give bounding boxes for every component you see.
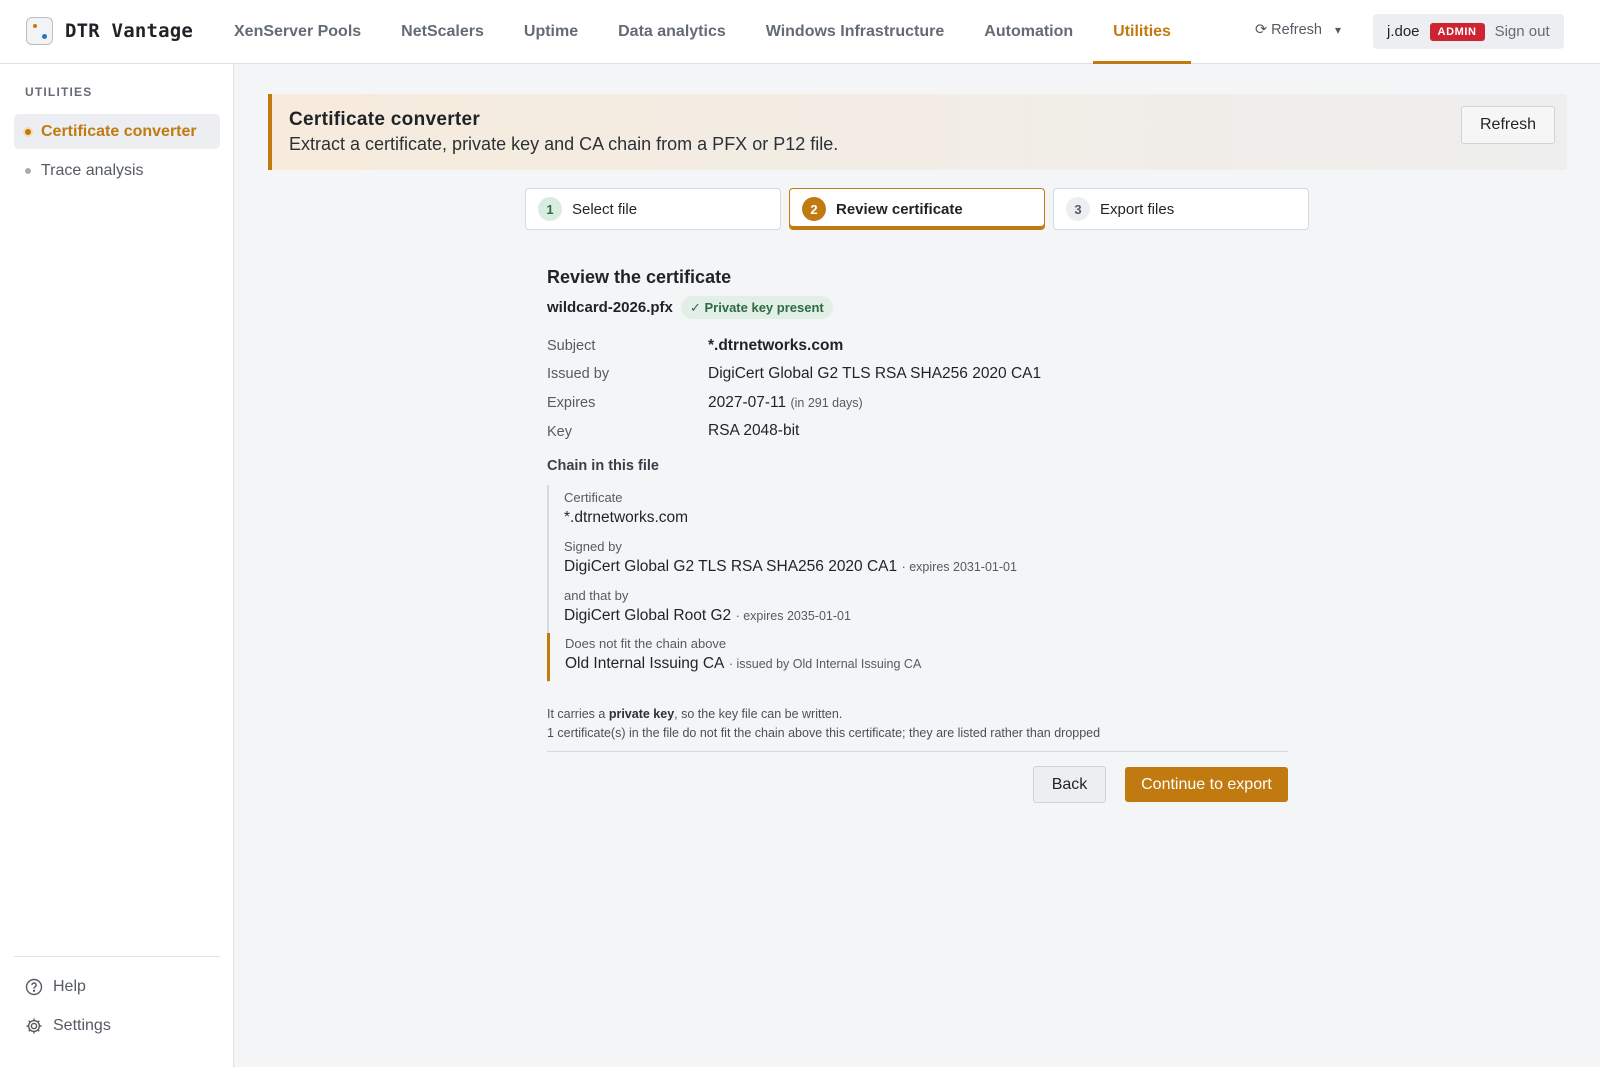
review-title: Review the certificate: [547, 267, 732, 287]
nav-netscalers[interactable]: NetScalers: [381, 0, 504, 64]
main-nav: XenServer Pools NetScalers Uptime Data a…: [214, 0, 1191, 64]
issuer-label: Issued by: [547, 366, 610, 382]
key-value: RSA 2048-bit: [708, 422, 800, 439]
nav-utilities[interactable]: Utilities: [1093, 0, 1191, 64]
expires-label: Expires: [547, 395, 596, 411]
chain-entry-name: DigiCert Global G2 TLS RSA SHA256 2020 C…: [564, 558, 898, 575]
step-label: Review certificate: [836, 200, 963, 218]
step-review-certificate[interactable]: 2 Review certificate: [789, 188, 1045, 230]
brand[interactable]: DTR Vantage: [26, 17, 193, 45]
active-dot-icon: [25, 128, 31, 135]
sidebar-item-certificate-converter[interactable]: Certificate converter: [14, 114, 220, 149]
settings-link[interactable]: Settings: [25, 1017, 111, 1035]
nav-uptime[interactable]: Uptime: [504, 0, 598, 64]
chain-entry-certificate: Certificate *.dtrnetworks.com: [549, 490, 1109, 527]
note-emphasis: private key: [608, 707, 675, 721]
top-bar: DTR Vantage XenServer Pools NetScalers U…: [0, 0, 1600, 64]
key-label: Key: [547, 424, 572, 440]
private-key-note: It carries a private key, so the key fil…: [547, 707, 842, 721]
step-number: 1: [538, 197, 562, 221]
chain-entry-label: Certificate: [564, 490, 623, 505]
settings-label: Settings: [53, 1017, 111, 1034]
app-name: DTR Vantage: [65, 20, 194, 42]
user-name: j.doe: [1387, 23, 1420, 40]
misfit-note: 1 certificate(s) in the file do not fit …: [547, 726, 1101, 740]
nav-windows-infrastructure[interactable]: Windows Infrastructure: [746, 0, 965, 64]
certificate-chain: Certificate *.dtrnetworks.com Signed by …: [547, 485, 1147, 682]
subject-value: *.dtrnetworks.com: [708, 337, 844, 354]
help-icon: [25, 978, 43, 996]
help-label: Help: [53, 978, 86, 995]
chain-entry-label: Does not fit the chain above: [565, 636, 727, 651]
private-key-badge: ✓ Private key present: [681, 296, 833, 319]
chain-entry-name: *.dtrnetworks.com: [564, 509, 689, 526]
refresh-options-chevron-icon[interactable]: ▾: [1335, 23, 1341, 37]
step-export-files[interactable]: 3 Export files: [1053, 188, 1309, 230]
chain-entry-misfit: Does not fit the chain above Old Interna…: [547, 633, 1107, 681]
file-name: wildcard-2026.pfx: [547, 299, 673, 316]
page-banner: Certificate converter Extract a certific…: [268, 94, 1567, 170]
role-badge: ADMIN: [1429, 22, 1485, 41]
chain-entry-label: and that by: [564, 588, 629, 603]
chain-entry-label: Signed by: [564, 539, 622, 554]
sidebar-heading: UTILITIES: [25, 85, 93, 99]
chain-entry-meta: · expires 2031-01-01: [901, 560, 1017, 574]
sidebar-item-label: Certificate converter: [41, 122, 197, 140]
chain-entry-meta: · expires 2035-01-01: [735, 609, 851, 623]
sidebar-divider: [14, 956, 220, 957]
chain-entry-meta: · issued by Old Internal Issuing CA: [728, 657, 922, 671]
step-number: 3: [1066, 197, 1090, 221]
chain-entry-name: DigiCert Global Root G2: [564, 607, 732, 624]
dot-icon: [25, 167, 31, 174]
subject-label: Subject: [547, 338, 596, 354]
actions-divider: [547, 751, 1288, 752]
chain-entry-name: Old Internal Issuing CA: [565, 655, 725, 672]
help-link[interactable]: Help: [25, 978, 86, 996]
step-number: 2: [802, 197, 826, 221]
step-label: Select file: [572, 200, 638, 218]
user-box: j.doe ADMIN Sign out: [1373, 14, 1564, 49]
expires-note: (in 291 days): [790, 396, 863, 410]
chain-title: Chain in this file: [547, 458, 659, 474]
issuer-value: DigiCert Global G2 TLS RSA SHA256 2020 C…: [708, 365, 1042, 382]
app-logo-icon: [26, 17, 53, 45]
page-subtitle: Extract a certificate, private key and C…: [289, 134, 839, 154]
page-title: Certificate converter: [289, 109, 481, 130]
sidebar-item-trace-analysis[interactable]: Trace analysis: [14, 153, 220, 188]
gear-icon: [26, 1018, 42, 1034]
chain-entry-root: and that by DigiCert Global Root G2 · ex…: [549, 588, 1109, 625]
sidebar: UTILITIES Certificate converter Trace an…: [0, 64, 234, 1067]
note-text: , so the key file can be written.: [674, 707, 843, 721]
continue-to-export-button[interactable]: Continue to export: [1125, 767, 1288, 802]
sidebar-item-label: Trace analysis: [41, 161, 144, 179]
nav-automation[interactable]: Automation: [964, 0, 1093, 64]
step-label: Export files: [1100, 200, 1175, 218]
step-select-file[interactable]: 1 Select file: [525, 188, 781, 230]
sign-out-link[interactable]: Sign out: [1495, 23, 1550, 40]
expires-value: 2027-07-11: [708, 394, 787, 411]
top-refresh-button[interactable]: ⟳ Refresh: [1255, 22, 1322, 38]
banner-refresh-button[interactable]: Refresh: [1461, 106, 1555, 144]
chain-entry-intermediate: Signed by DigiCert Global G2 TLS RSA SHA…: [549, 539, 1109, 576]
note-text: It carries a: [547, 707, 609, 721]
expires-field: 2027-07-11 (in 291 days): [708, 394, 863, 412]
nav-data-analytics[interactable]: Data analytics: [598, 0, 746, 64]
back-button[interactable]: Back: [1033, 766, 1106, 803]
nav-xenserver-pools[interactable]: XenServer Pools: [214, 0, 381, 64]
